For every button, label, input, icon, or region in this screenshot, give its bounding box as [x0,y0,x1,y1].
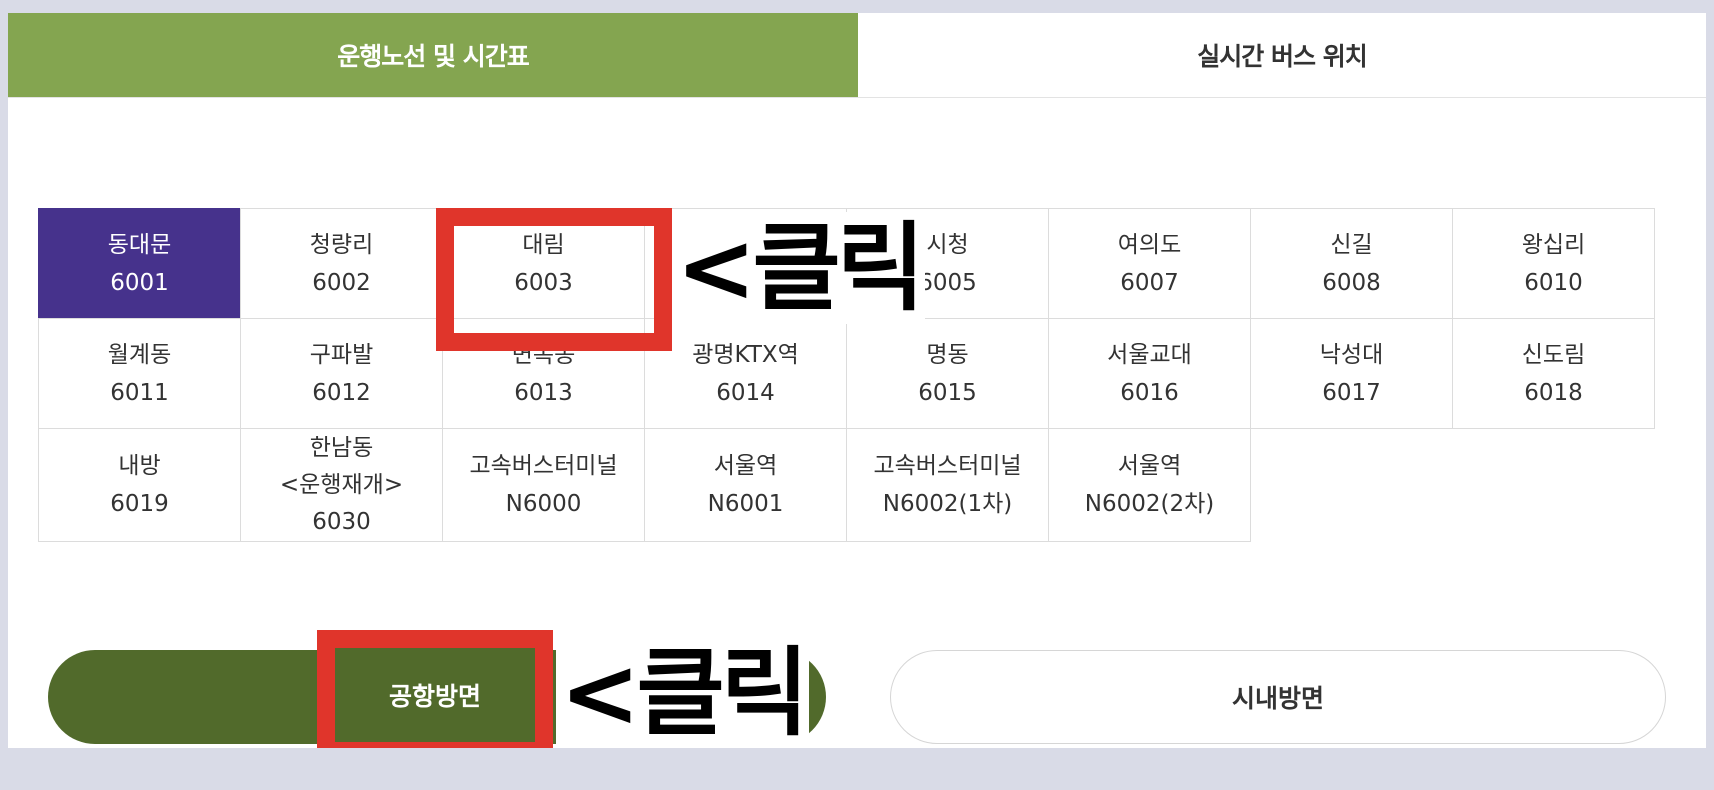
route-number: 6001 [110,269,169,296]
tab-routes-timetable[interactable]: 운행노선 및 시간표 [8,13,858,97]
route-number: 6030 [312,508,371,535]
click-annotation-direction: <클릭 [556,637,809,749]
route-number: 6019 [110,491,169,517]
route-number: 6014 [716,379,775,406]
route-name: 광명KTX역 [692,341,799,368]
route-6017[interactable]: 낙성대 6017 [1250,318,1453,429]
route-number: 6017 [1322,379,1381,406]
route-6011[interactable]: 월계동 6011 [38,318,241,429]
route-name: 동대문 [107,231,172,258]
route-number: 6012 [312,379,371,406]
route-name: 신도림 [1521,341,1586,368]
airport-direction-label: 공항방면 [388,682,481,711]
route-6012[interactable]: 구파발 6012 [240,318,443,429]
route-number: N6000 [505,491,582,517]
route-name: 서울교대 [1107,341,1192,368]
route-6030[interactable]: 한남동 <운행재개> 6030 [240,428,443,542]
route-6014[interactable]: 광명KTX역 6014 [644,318,847,429]
route-name: 고속버스터미널 [873,453,1022,479]
route-number: N6002(1차) [882,491,1013,517]
highlight-box-route-6003 [436,208,672,351]
route-name: 고속버스터미널 [469,453,618,479]
tab-realtime-bus-location[interactable]: 실시간 버스 위치 [858,13,1706,97]
route-name: 서울역 [1117,453,1182,479]
route-number: 6018 [1524,379,1583,406]
route-name: 낙성대 [1319,341,1384,368]
route-6002[interactable]: 청량리 6002 [240,208,443,319]
route-number: 6010 [1524,269,1583,296]
route-name: 내방 [118,453,161,479]
route-number: 6008 [1322,269,1381,296]
route-6001[interactable]: 동대문 6001 [38,208,241,319]
route-name: 신길 [1330,231,1373,258]
tab-bar: 운행노선 및 시간표 실시간 버스 위치 [8,13,1706,98]
route-number: 6013 [514,379,573,406]
route-6019[interactable]: 내방 6019 [38,428,241,542]
route-6010[interactable]: 왕십리 6010 [1452,208,1655,319]
route-6016[interactable]: 서울교대 6016 [1048,318,1251,429]
route-number: 6016 [1120,379,1179,406]
route-number: 6002 [312,269,371,296]
click-annotation-route: <클릭 [672,212,925,324]
route-name: 서울역 [713,453,778,479]
route-name: 명동 [926,341,969,368]
route-name: 왕십리 [1521,231,1586,258]
route-6008[interactable]: 신길 6008 [1250,208,1453,319]
route-6015[interactable]: 명동 6015 [846,318,1049,429]
route-number: 6011 [110,379,169,406]
route-number: 6015 [918,379,977,406]
route-n6000[interactable]: 고속버스터미널 N6000 [442,428,645,542]
route-number: 6007 [1120,269,1179,296]
route-status: <운행재개> [279,471,404,498]
route-6018[interactable]: 신도림 6018 [1452,318,1655,429]
city-direction-button[interactable]: 시내방면 [890,650,1666,744]
route-number: N6002(2차) [1084,491,1215,517]
route-n6001[interactable]: 서울역 N6001 [644,428,847,542]
route-n6002-1[interactable]: 고속버스터미널 N6002(1차) [846,428,1049,542]
route-6007[interactable]: 여의도 6007 [1048,208,1251,319]
route-n6002-2[interactable]: 서울역 N6002(2차) [1048,428,1251,542]
route-number: N6001 [707,491,784,517]
page-bottom-edge [0,748,1714,790]
route-name: 월계동 [107,341,172,368]
route-number: 6005 [918,269,977,296]
route-name: 구파발 [309,341,374,368]
route-name: 시청 [926,231,969,258]
route-name: 여의도 [1117,231,1182,258]
route-name: 한남동 [309,434,374,461]
route-name: 청량리 [309,231,374,258]
highlight-box-airport-direction: 공항방면 [317,630,553,760]
